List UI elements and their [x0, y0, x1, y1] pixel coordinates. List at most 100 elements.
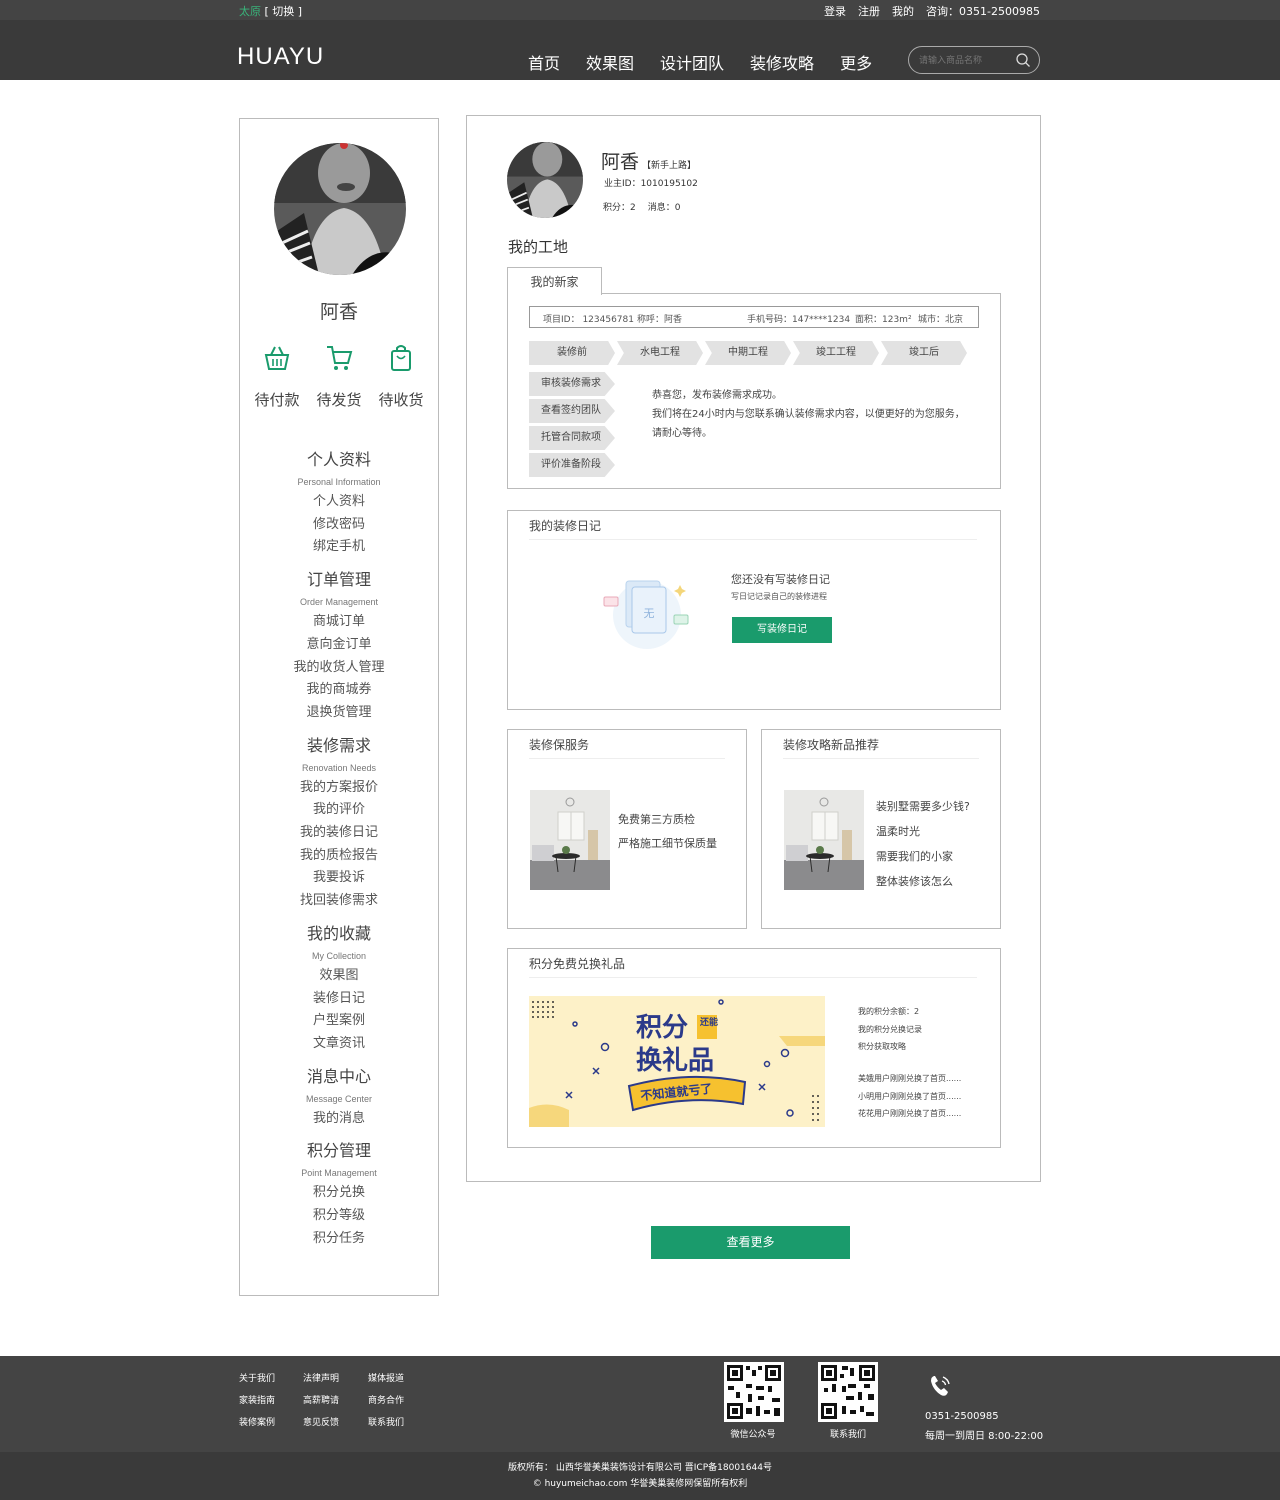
feed-item[interactable]: 花花用户刚刚兑换了首页......	[858, 1105, 961, 1123]
menu-section-collection: 我的收藏 My Collection 效果图 装修日记 户型案例 文章资讯	[240, 923, 438, 1056]
nav-guides[interactable]: 装修攻略	[750, 50, 814, 74]
sidebar-item-coupons[interactable]: 我的商城券	[240, 679, 438, 702]
mine-link[interactable]: 我的	[892, 3, 914, 19]
nav-more[interactable]: 更多	[840, 50, 872, 74]
profile-avatar[interactable]	[507, 142, 583, 218]
footer-link[interactable]: 装修案例	[239, 1416, 303, 1430]
divider	[783, 758, 979, 759]
profile-points[interactable]: 积分：2	[603, 200, 636, 213]
search-input[interactable]	[919, 52, 1015, 68]
sidebar-item-diary[interactable]: 我的装修日记	[240, 822, 438, 845]
order-pending-receipt[interactable]: 待收货	[370, 343, 432, 410]
progress-substeps: 审核装修需求 查看签约团队 托管合同款项 评价准备阶段	[529, 372, 615, 477]
sidebar-item-renderings[interactable]: 效果图	[240, 965, 438, 988]
menu-section-messages: 消息中心 Message Center 我的消息	[240, 1066, 438, 1131]
sidebar-item-consignees[interactable]: 我的收货人管理	[240, 657, 438, 680]
sidebar-item-change-password[interactable]: 修改密码	[240, 514, 438, 537]
sidebar-item-profile[interactable]: 个人资料	[240, 491, 438, 514]
recommend-item[interactable]: 整体装修该怎么	[876, 869, 970, 894]
order-pending-payment[interactable]: 待付款	[246, 343, 308, 410]
profile-name: 阿香	[601, 151, 640, 173]
order-pending-shipment[interactable]: 待发货	[308, 343, 370, 410]
progress-steps: 装修前 水电工程 中期工程 竣工工程 竣工后	[529, 341, 967, 365]
substep-team[interactable]: 查看签约团队	[529, 399, 615, 423]
footer-link[interactable]: 联系我们	[368, 1416, 428, 1430]
feed-item[interactable]: 美娥用户刚刚兑换了首页......	[858, 1070, 961, 1088]
footer-link[interactable]: 关于我们	[239, 1372, 303, 1386]
nav-home[interactable]: 首页	[528, 50, 560, 74]
footer-link[interactable]: 媒体报道	[368, 1372, 428, 1386]
login-link[interactable]: 登录	[824, 3, 846, 19]
service-room-image[interactable]	[530, 790, 610, 890]
substep-evaluate[interactable]: 评价准备阶段	[529, 453, 615, 477]
step-mid[interactable]: 中期工程	[705, 341, 791, 365]
sidebar-item-articles[interactable]: 文章资讯	[240, 1033, 438, 1056]
project-nickname: 称呼：阿香	[637, 315, 683, 325]
phone-icon	[931, 1376, 950, 1396]
sidebar-item-floorplans[interactable]: 户型案例	[240, 1010, 438, 1033]
sidebar-username: 阿香	[319, 301, 358, 323]
profile-messages[interactable]: 消息：0	[648, 200, 681, 213]
footer-link[interactable]: 法律声明	[303, 1372, 368, 1386]
tab-my-new-home[interactable]: 我的新家	[507, 267, 602, 295]
main-nav: 首页 效果图 设计团队 装修攻略 更多	[528, 50, 872, 74]
sidebar-item-reviews[interactable]: 我的评价	[240, 799, 438, 822]
footer-link[interactable]: 商务合作	[368, 1394, 428, 1408]
recommend-room-image[interactable]	[784, 790, 864, 890]
banner-line-2: 换礼品	[636, 1045, 714, 1076]
nav-renderings[interactable]: 效果图	[586, 50, 634, 74]
sidebar-item-returns[interactable]: 退换货管理	[240, 702, 438, 725]
logo[interactable]: HUAYU	[237, 43, 324, 71]
points-guide-link[interactable]: 积分获取攻略	[858, 1038, 922, 1056]
nav-design-team[interactable]: 设计团队	[660, 50, 724, 74]
avatar[interactable]	[274, 143, 406, 275]
menu-section-personal: 个人资料 Personal Information 个人资料 修改密码 绑定手机	[240, 449, 438, 559]
footer-link[interactable]: 家装指南	[239, 1394, 303, 1408]
sidebar-item-points-level[interactable]: 积分等级	[240, 1205, 438, 1228]
section-title: 我的收藏	[306, 923, 371, 943]
basket-icon	[264, 346, 290, 370]
sidebar-item-my-messages[interactable]: 我的消息	[240, 1108, 438, 1131]
footer: 关于我们 法律声明 媒体报道 家装指南 高薪聘请 商务合作 装修案例 意见反馈 …	[0, 1356, 1280, 1452]
search-icon[interactable]	[1015, 52, 1031, 68]
city-switcher[interactable]: 太原 [ 切换 ]	[239, 3, 302, 19]
footer-phone: 0351-2500985	[925, 1411, 999, 1422]
diary-panel: 我的装修日记 无 您还没有写装修日记 写日记记录自己的装修进程 写装修日记	[507, 510, 1001, 710]
sidebar-item-bind-phone[interactable]: 绑定手机	[240, 536, 438, 559]
points-history-link[interactable]: 我的积分兑换记录	[858, 1021, 922, 1039]
step-before[interactable]: 装修前	[529, 341, 615, 365]
points-banner[interactable]: 积分 还能 换礼品 不知道就亏了	[529, 996, 825, 1127]
substep-escrow[interactable]: 托管合同款项	[529, 426, 615, 450]
substep-review[interactable]: 审核装修需求	[529, 372, 615, 396]
footer-link[interactable]: 高薪聘请	[303, 1394, 368, 1408]
sidebar-item-mall-orders[interactable]: 商城订单	[240, 611, 438, 634]
feed-item[interactable]: 小明用户刚刚兑换了首页......	[858, 1088, 961, 1106]
menu-section-needs: 装修需求 Renovation Needs 我的方案报价 我的评价 我的装修日记…	[240, 735, 438, 913]
write-diary-button[interactable]: 写装修日记	[732, 617, 832, 643]
project-info-bar: 项目ID： 123456781 称呼：阿香 手机号码：147****1234 面…	[529, 306, 979, 328]
recommend-item[interactable]: 温柔时光	[876, 819, 970, 844]
site-section-title: 我的工地	[508, 238, 569, 256]
recommend-item[interactable]: 需要我们的小家	[876, 844, 970, 869]
step-completion[interactable]: 竣工工程	[793, 341, 879, 365]
header: HUAYU 首页 效果图 设计团队 装修攻略 更多	[0, 20, 1280, 80]
view-more-button[interactable]: 查看更多	[651, 1226, 850, 1259]
footer-link[interactable]: 意见反馈	[303, 1416, 368, 1430]
section-title: 积分管理	[306, 1141, 371, 1161]
sidebar-item-inspection[interactable]: 我的质检报告	[240, 845, 438, 868]
sidebar-item-points-tasks[interactable]: 积分任务	[240, 1228, 438, 1251]
project-area: 面积：123m²	[855, 315, 912, 325]
register-link[interactable]: 注册	[858, 3, 880, 19]
recommend-item[interactable]: 装别墅需要多少钱?	[876, 794, 970, 819]
step-plumbing[interactable]: 水电工程	[617, 341, 703, 365]
sidebar-item-points-exchange[interactable]: 积分兑换	[240, 1182, 438, 1205]
sidebar-item-recover-needs[interactable]: 找回装修需求	[240, 890, 438, 913]
step-after[interactable]: 竣工后	[881, 341, 967, 365]
recommend-panel: 装修攻略新品推荐 装别墅需要多少钱? 温柔时光 需要我们的小家 整体装修该怎么	[761, 729, 1001, 929]
sidebar-item-complaint[interactable]: 我要投诉	[240, 867, 438, 890]
city-switch-link[interactable]: [ 切换 ]	[265, 5, 303, 18]
sidebar-item-fav-diary[interactable]: 装修日记	[240, 988, 438, 1011]
sidebar-item-deposit-orders[interactable]: 意向金订单	[240, 634, 438, 657]
project-id: 项目ID： 123456781	[543, 315, 634, 325]
sidebar-item-quotes[interactable]: 我的方案报价	[240, 777, 438, 800]
